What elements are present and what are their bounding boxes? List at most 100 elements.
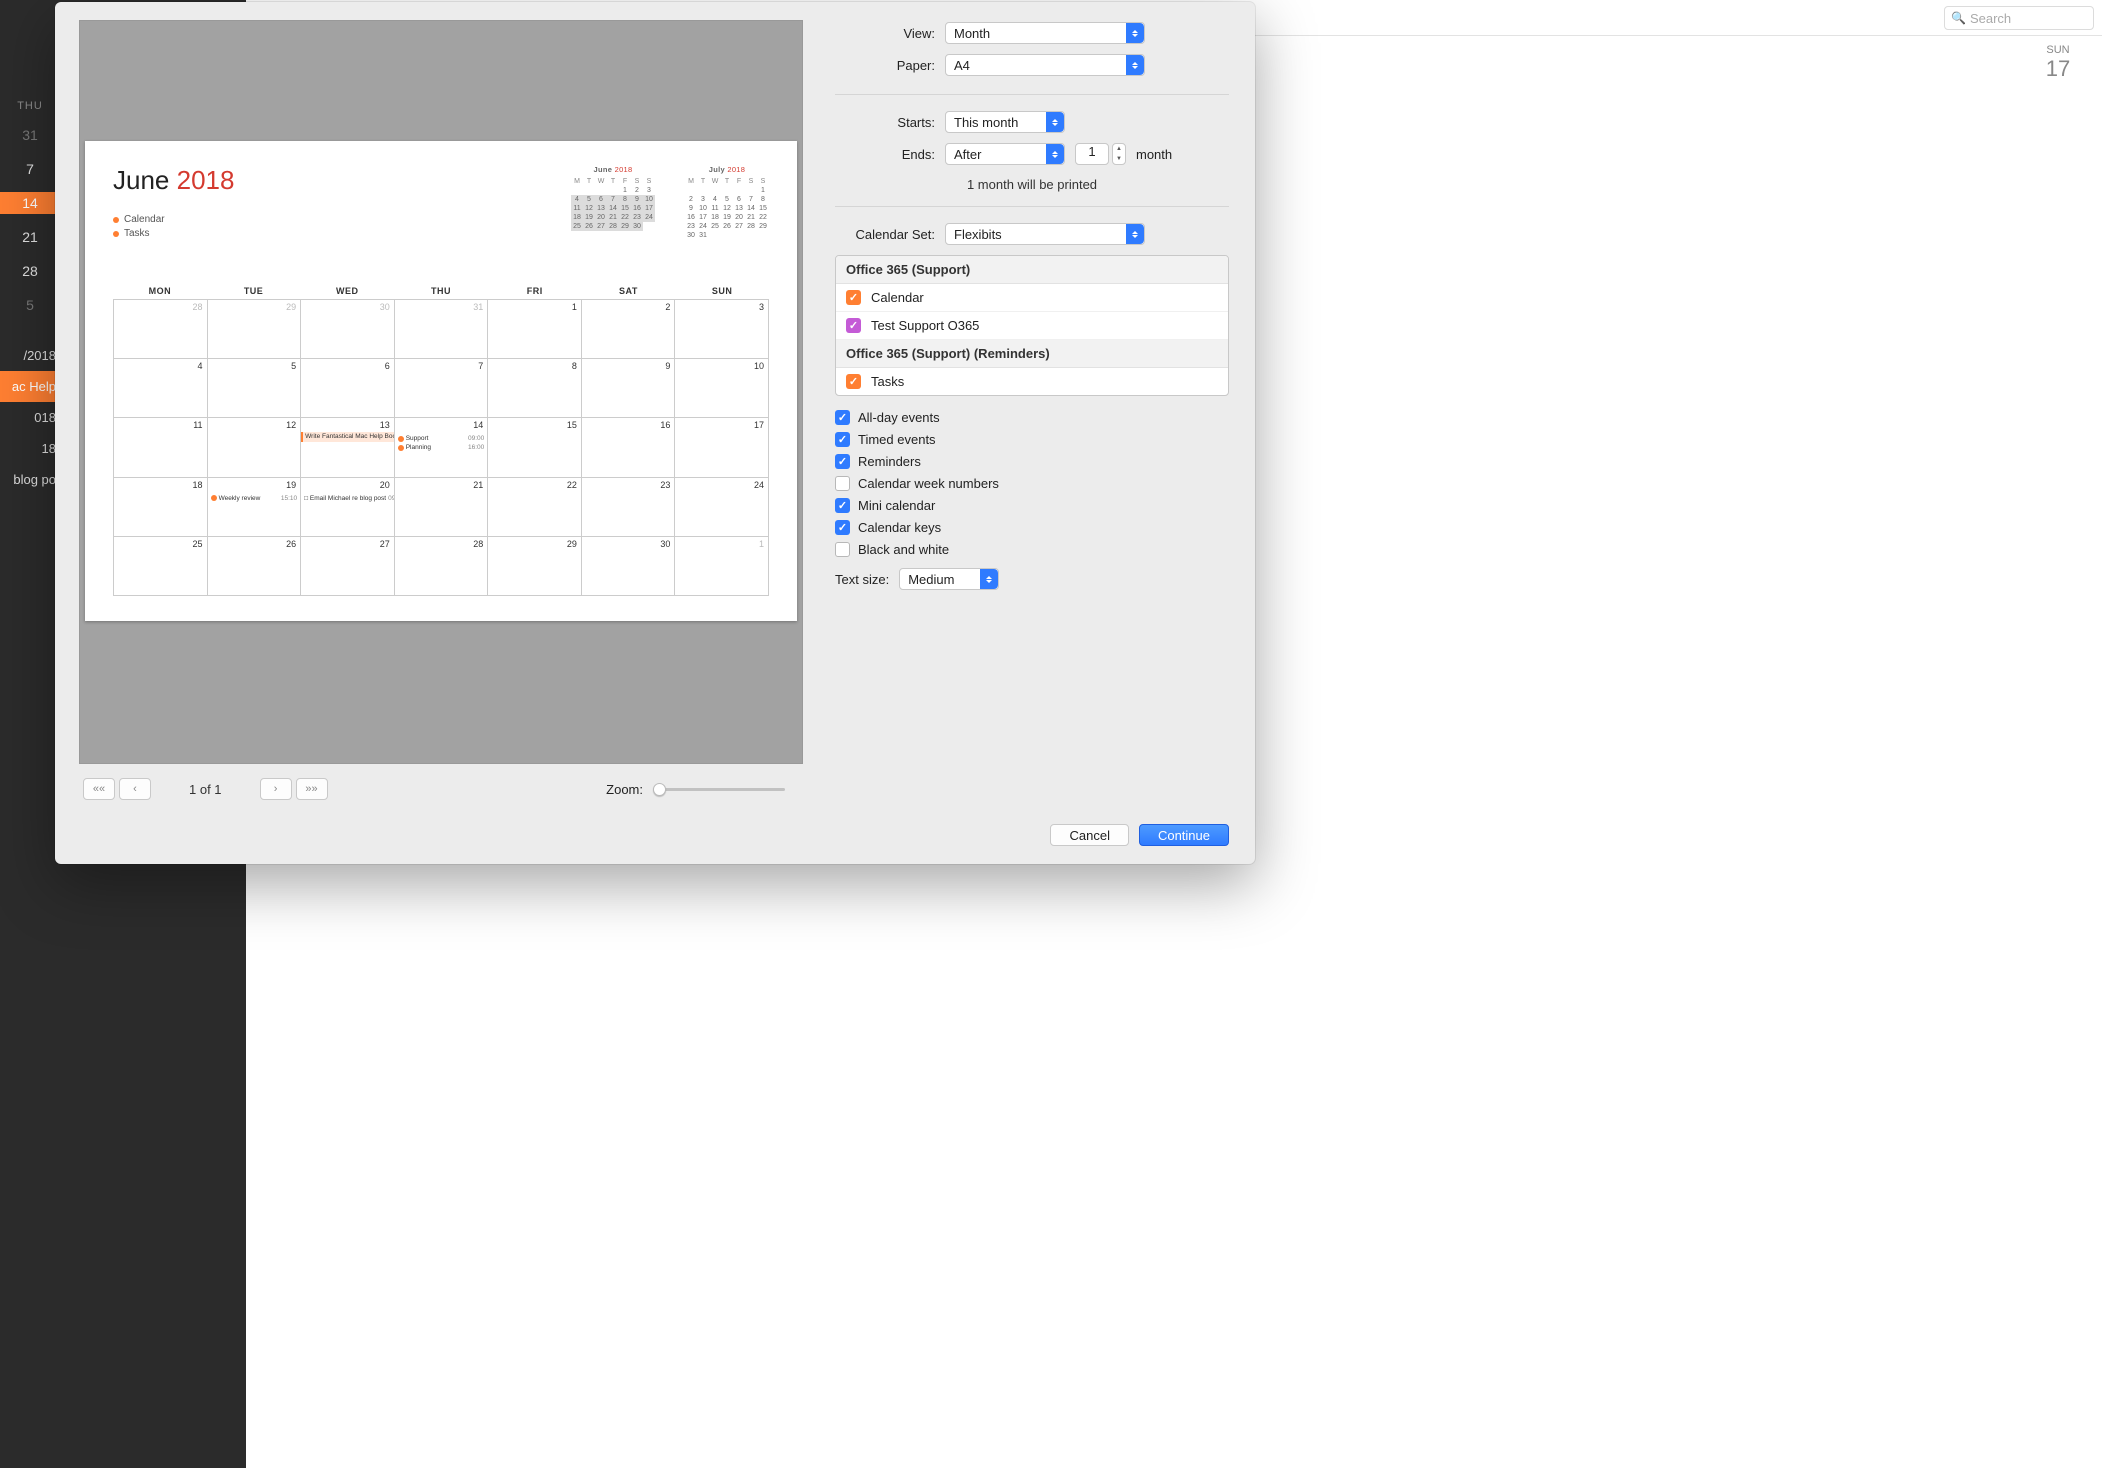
month-cell: 28 bbox=[114, 300, 208, 359]
sidebar-day[interactable]: 7 bbox=[0, 158, 60, 180]
weekday-header: FRI bbox=[488, 286, 582, 299]
month-unit-label: month bbox=[1136, 147, 1172, 162]
month-count-input[interactable]: 1 bbox=[1075, 143, 1109, 165]
view-select[interactable]: Month bbox=[945, 22, 1145, 44]
next-page-button[interactable]: › bbox=[260, 778, 292, 800]
month-count-stepper[interactable]: ▲▼ bbox=[1112, 143, 1126, 165]
textsize-select[interactable]: Medium bbox=[899, 568, 999, 590]
calendar-list-item[interactable]: Tasks bbox=[836, 368, 1228, 395]
sidebar-event-snippet[interactable]: 18 bbox=[0, 433, 60, 464]
print-option[interactable]: Mini calendar bbox=[835, 498, 1229, 513]
sidebar-day[interactable]: 14 bbox=[0, 192, 60, 214]
month-cell: 3 bbox=[675, 300, 769, 359]
checkbox[interactable] bbox=[835, 542, 850, 557]
zoom-slider[interactable] bbox=[653, 788, 785, 791]
textsize-select-value: Medium bbox=[908, 572, 954, 587]
calset-select[interactable]: Flexibits bbox=[945, 223, 1145, 245]
month-cell: 6 bbox=[301, 359, 395, 418]
checkbox[interactable] bbox=[835, 498, 850, 513]
checkbox[interactable] bbox=[846, 290, 861, 305]
starts-select-value: This month bbox=[954, 115, 1018, 130]
print-option[interactable]: Calendar week numbers bbox=[835, 476, 1229, 491]
sidebar-event-snippet[interactable]: blog po bbox=[0, 464, 60, 495]
cancel-button[interactable]: Cancel bbox=[1050, 824, 1128, 846]
weekday-header: WED bbox=[300, 286, 394, 299]
prev-page-button[interactable]: ‹ bbox=[119, 778, 151, 800]
checkbox[interactable] bbox=[846, 318, 861, 333]
continue-button[interactable]: Continue bbox=[1139, 824, 1229, 846]
zoom-label: Zoom: bbox=[606, 782, 643, 797]
option-label: Reminders bbox=[858, 454, 921, 469]
calset-select-value: Flexibits bbox=[954, 227, 1002, 242]
month-cell: 30 bbox=[301, 300, 395, 359]
month-cell: 2 bbox=[582, 300, 676, 359]
starts-select[interactable]: This month bbox=[945, 111, 1065, 133]
month-cell: 27 bbox=[301, 537, 395, 596]
weekday-header: SAT bbox=[582, 286, 676, 299]
first-page-button[interactable]: «« bbox=[83, 778, 115, 800]
checkbox[interactable] bbox=[835, 432, 850, 447]
weekday-header: SUN bbox=[675, 286, 769, 299]
sidebar-day[interactable]: 5 bbox=[0, 294, 60, 316]
ends-select[interactable]: After bbox=[945, 143, 1065, 165]
chevron-updown-icon bbox=[1126, 23, 1144, 43]
month-cell: 13Write Fantastical Mac Help Book bbox=[301, 418, 395, 477]
month-cell: 24 bbox=[675, 478, 769, 537]
month-grid: MONTUEWEDTHUFRISATSUN 282930311234567891… bbox=[113, 286, 769, 597]
page-year: 2018 bbox=[177, 165, 235, 195]
chevron-updown-icon bbox=[1046, 112, 1064, 132]
calendar-list-item[interactable]: Calendar bbox=[836, 284, 1228, 312]
paper-label: Paper: bbox=[835, 58, 935, 73]
sidebar-event-snippet[interactable]: 018 bbox=[0, 402, 60, 433]
month-cell: 21 bbox=[395, 478, 489, 537]
chevron-updown-icon bbox=[980, 569, 998, 589]
sidebar-thursday-label: THU bbox=[0, 100, 60, 112]
month-cell: 30 bbox=[582, 537, 676, 596]
checkbox[interactable] bbox=[835, 476, 850, 491]
month-cell: 28 bbox=[395, 537, 489, 596]
background-dow: SUN bbox=[2022, 44, 2094, 56]
view-label: View: bbox=[835, 26, 935, 41]
month-cell: 22 bbox=[488, 478, 582, 537]
print-option[interactable]: Black and white bbox=[835, 542, 1229, 557]
month-cell: 20□ Email Michael re blog post 09:00 bbox=[301, 478, 395, 537]
chevron-updown-icon bbox=[1046, 144, 1064, 164]
starts-label: Starts: bbox=[835, 115, 935, 130]
option-label: Black and white bbox=[858, 542, 949, 557]
search-icon: 🔍 bbox=[1951, 11, 1966, 25]
last-page-button[interactable]: »» bbox=[296, 778, 328, 800]
print-option[interactable]: Timed events bbox=[835, 432, 1229, 447]
calendar-list-item[interactable]: Test Support O365 bbox=[836, 312, 1228, 340]
month-cell: 5 bbox=[208, 359, 302, 418]
checkbox[interactable] bbox=[846, 374, 861, 389]
sidebar-day[interactable]: 28 bbox=[0, 260, 60, 282]
option-label: Timed events bbox=[858, 432, 936, 447]
month-cell: 26 bbox=[208, 537, 302, 596]
print-preview: June 2018 CalendarTasks June 2018MTWTFSS… bbox=[79, 20, 803, 764]
sidebar-event-snippet[interactable]: /2018 bbox=[0, 340, 60, 371]
calendar-list-label: Test Support O365 bbox=[871, 318, 979, 333]
checkbox[interactable] bbox=[835, 410, 850, 425]
print-option[interactable]: Reminders bbox=[835, 454, 1229, 469]
calendar-group-header: Office 365 (Support) (Reminders) bbox=[836, 340, 1228, 368]
checkbox[interactable] bbox=[835, 520, 850, 535]
background-daynum: 17 bbox=[2022, 56, 2094, 82]
print-option[interactable]: Calendar keys bbox=[835, 520, 1229, 535]
search-input[interactable]: 🔍 Search bbox=[1944, 6, 2094, 30]
calendar-list: Office 365 (Support)CalendarTest Support… bbox=[835, 255, 1229, 396]
sidebar-event-snippet[interactable]: ac Help bbox=[0, 371, 60, 402]
view-select-value: Month bbox=[954, 26, 990, 41]
calendar-list-label: Tasks bbox=[871, 374, 904, 389]
page-month: June bbox=[113, 165, 169, 195]
paper-select[interactable]: A4 bbox=[945, 54, 1145, 76]
checkbox[interactable] bbox=[835, 454, 850, 469]
sidebar-day[interactable]: 21 bbox=[0, 226, 60, 248]
calendar-list-label: Calendar bbox=[871, 290, 924, 305]
sidebar-day[interactable]: 31 bbox=[0, 124, 60, 146]
month-cell: 8 bbox=[488, 359, 582, 418]
month-cell: 7 bbox=[395, 359, 489, 418]
month-cell: 16 bbox=[582, 418, 676, 477]
print-option[interactable]: All-day events bbox=[835, 410, 1229, 425]
month-cell: 10 bbox=[675, 359, 769, 418]
calset-label: Calendar Set: bbox=[835, 227, 935, 242]
